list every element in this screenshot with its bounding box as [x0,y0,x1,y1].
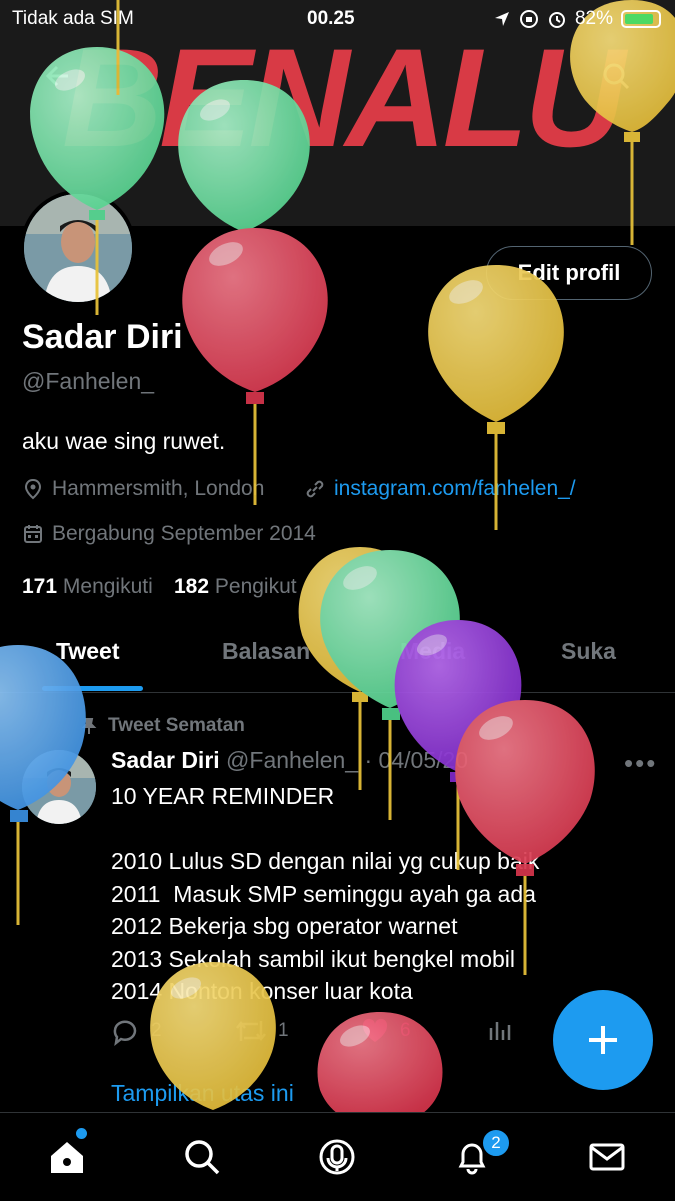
mail-icon [589,1143,625,1171]
balloon-red [182,228,328,505]
spaces-icon [319,1139,355,1175]
battery-icon [621,10,661,28]
notifications-badge: 2 [481,1128,511,1158]
pinned-label: Tweet Sematan [80,715,245,737]
like-count: 6 [400,1020,411,1041]
heart-icon [362,1018,388,1042]
plus-icon [589,1026,617,1054]
search-icon [603,63,630,90]
following-label: Mengikuti [62,575,153,598]
analytics-button[interactable] [486,1016,514,1044]
profile-bio: aku wae sing ruwet. [22,428,226,454]
tweet-text: 10 YEAR REMINDER 2010 Lulus SD dengan ni… [111,783,540,1004]
nav-home[interactable] [45,1135,89,1179]
calendar-icon [24,525,42,543]
tab-media[interactable]: Media [400,638,465,665]
tweet-avatar-photo [22,750,96,824]
tab-likes[interactable]: Suka [561,638,616,665]
retweet-icon [236,1020,266,1042]
profile-handle: @Fanhelen_ [22,368,155,394]
profile-name: Sadar Diri [22,318,183,356]
tab-tweet[interactable]: Tweet [56,638,119,665]
retweet-count: 1 [278,1020,289,1041]
search-icon [185,1140,220,1175]
tweet-author-name[interactable]: Sadar Diri [111,747,220,773]
profile-website[interactable]: instagram.com/fanhelen_/ [304,477,576,501]
reply-icon [113,1020,137,1046]
tweet-date: · 04/05/20 [364,747,469,773]
followers-link[interactable]: 182 Pengikut [174,575,297,599]
rotation-lock-icon [519,10,538,28]
tweet-author-handle: @Fanhelen_ [226,747,359,773]
battery-percent: 82% [574,8,613,29]
like-button[interactable]: 6 [360,1016,411,1046]
alarm-icon [548,12,565,28]
followers-count: 182 [174,575,210,598]
website-link[interactable]: instagram.com/fanhelen_/ [334,477,576,501]
tab-replies[interactable]: Balasan [222,638,310,665]
reply-button[interactable]: 2 [111,1016,162,1046]
joined-text: Bergabung September 2014 [52,522,316,545]
back-button[interactable] [38,56,78,96]
back-arrow-icon [45,65,68,87]
profile-location: Hammersmith, London [22,477,264,501]
show-thread-link[interactable]: Tampilkan utas ini [111,1080,294,1107]
location-text: Hammersmith, London [52,477,265,500]
following-link[interactable]: 171 Mengikuti [22,575,153,599]
profile-tabs: Tweet Balasan Media Suka [0,620,675,693]
link-icon [306,480,324,498]
nav-spaces[interactable] [315,1135,359,1179]
pin-icon [81,718,97,734]
profile-avatar[interactable] [20,190,136,306]
location-pin-icon [24,478,42,500]
following-count: 171 [22,575,58,598]
analytics-icon [489,1022,511,1040]
tweet-avatar[interactable] [22,750,96,824]
nav-messages[interactable] [585,1135,629,1179]
reply-count: 2 [151,1020,162,1041]
status-bar: Tidak ada SIM 00.25 82% [0,0,675,38]
followers-label: Pengikut [214,575,297,598]
nav-search[interactable] [180,1135,224,1179]
compose-tweet-button[interactable] [553,990,653,1090]
retweet-button[interactable]: 1 [234,1016,289,1046]
status-right: 82% [493,8,661,30]
home-unread-dot [76,1128,87,1139]
tweet-header: Sadar Diri @Fanhelen_ · 04/05/20 [111,747,468,774]
active-tab-indicator [42,686,143,691]
pinned-text: Tweet Sematan [108,715,245,736]
banner-text: BENALU [62,19,625,176]
home-icon [51,1142,83,1173]
tweet-more-icon[interactable]: ••• [624,748,657,779]
carrier-label: Tidak ada SIM [12,8,134,29]
clock: 00.25 [307,8,355,29]
bottom-nav [0,1112,675,1201]
search-button[interactable] [596,56,636,96]
edit-profile-button[interactable]: Edit profil [486,246,652,300]
location-icon [494,12,509,26]
profile-joined: Bergabung September 2014 [22,522,316,546]
avatar-photo [24,194,132,302]
